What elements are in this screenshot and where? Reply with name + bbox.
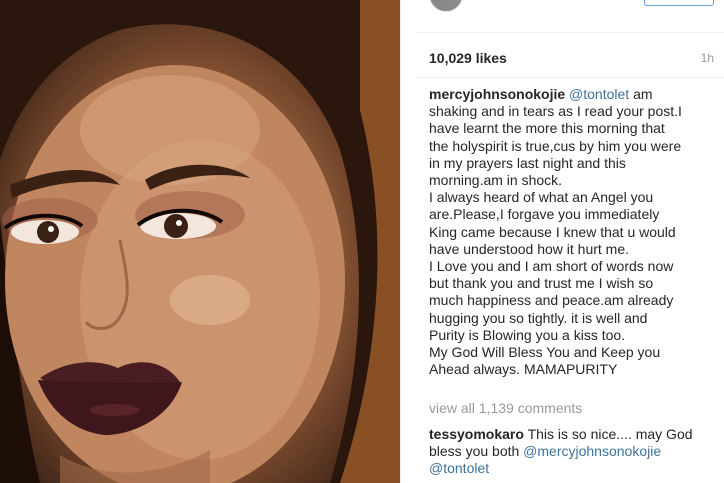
divider bbox=[416, 77, 724, 78]
comment-text-line: morning.am in shock. bbox=[429, 172, 563, 189]
comment-text-line: My God Will Bless You and Keep you bbox=[429, 344, 661, 361]
comment-text-line: have learnt the more this morning that bbox=[429, 120, 665, 137]
comment-first-line: mercyjohnsonokojie @tontolet am bbox=[429, 86, 719, 103]
divider bbox=[416, 32, 724, 33]
comment-text-line: shaking and in tears as I read your post… bbox=[429, 103, 682, 120]
likes-count[interactable]: 10,029 likes bbox=[429, 50, 507, 66]
follow-button[interactable] bbox=[644, 0, 714, 6]
comment-text: bless you both bbox=[429, 443, 524, 460]
comment-text-line: in my prayers last night and this bbox=[429, 154, 626, 171]
comment-text-line: I Love you and I am short of words now bbox=[429, 258, 674, 275]
comment-text-line: I always heard of what an Angel you bbox=[429, 189, 654, 206]
comment-text-line: Purity is Blowing you a kiss too. bbox=[429, 326, 626, 343]
comment-text-line: but thank you and trust me I wish so bbox=[429, 275, 654, 292]
comment-text-line: have understood how it hurt me. bbox=[429, 240, 630, 257]
comment-text-line: King came because I knew that u would bbox=[429, 223, 676, 240]
comment-text-line: are.Please,I forgave you immediately bbox=[429, 206, 660, 223]
comment: tessyomokaro This is so nice.... may God… bbox=[429, 426, 719, 478]
comment-text-line: much happiness and peace.am already bbox=[429, 292, 674, 309]
comment-text-line: bless you both @mercyjohnsonokojie bbox=[429, 443, 719, 460]
comment-text: am bbox=[629, 86, 653, 102]
comment-text-line: Ahead always. MAMAPURITY bbox=[429, 361, 618, 378]
comment-first-line: tessyomokaro This is so nice.... may God bbox=[429, 426, 719, 443]
mention-link[interactable]: @tontolet bbox=[569, 86, 629, 102]
mention-link[interactable]: @mercyjohnsonokojie bbox=[523, 443, 661, 459]
comment-username[interactable]: tessyomokaro bbox=[429, 426, 524, 442]
avatar[interactable] bbox=[429, 0, 463, 12]
post-details-panel: 10,029 likes 1h mercyjohnsonokojie @tont… bbox=[400, 0, 724, 483]
view-all-comments-link[interactable]: view all 1,139 comments bbox=[429, 400, 582, 416]
comment: mercyjohnsonokojie @tontolet am shaking … bbox=[429, 86, 719, 378]
mention-link[interactable]: @tontolet bbox=[429, 460, 489, 476]
comment-text: This is so nice.... may God bbox=[523, 426, 693, 442]
comment-text-line: hugging you so tightly. it is well and bbox=[429, 309, 648, 326]
portrait-illustration bbox=[0, 0, 400, 483]
post-photo[interactable] bbox=[0, 0, 400, 483]
comment-text-line: the holyspirit is true,cus by him you we… bbox=[429, 137, 682, 154]
post-timestamp: 1h bbox=[700, 51, 714, 65]
comment-text-line: @tontolet bbox=[429, 460, 719, 477]
comment-username[interactable]: mercyjohnsonokojie bbox=[429, 86, 565, 102]
